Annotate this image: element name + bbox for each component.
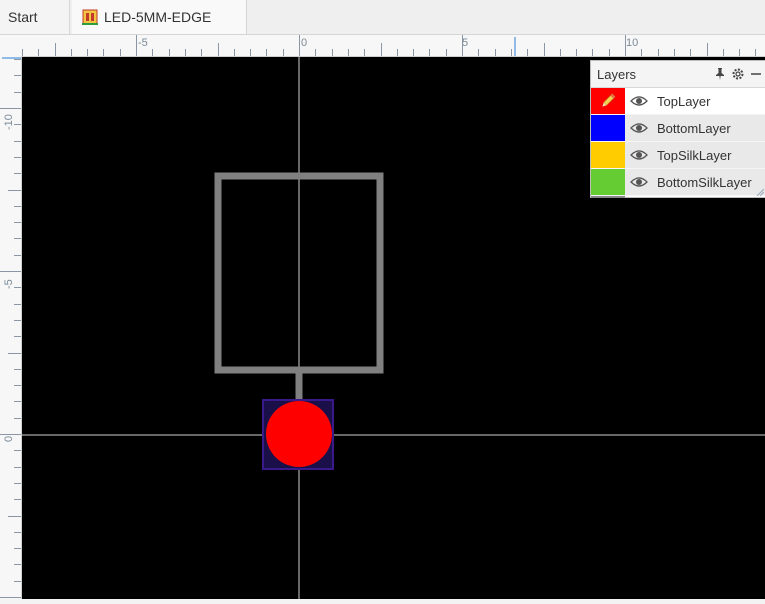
vruler-label-neg10: -10 [3,114,15,130]
vruler-label-neg5: -5 [3,279,15,289]
layers-list-overflow-indicator [591,196,625,198]
tab-bar: Start LED-5MM-EDGE [0,0,765,35]
layer-color-swatch[interactable] [591,142,625,168]
hruler-label-0: 0 [301,37,307,49]
hruler-label-5: 5 [462,37,468,49]
eye-icon[interactable] [625,176,653,188]
layer-label: BottomLayer [657,120,731,136]
layers-panel-title: Layers [597,66,637,82]
layer-row-topsilklayer[interactable]: TopSilkLayer [591,142,765,169]
pencil-icon [602,93,616,107]
hruler-label-neg5: -5 [138,37,148,49]
footprint-icon [82,9,98,25]
layers-panel-header[interactable]: Layers [591,61,765,88]
horizontal-ruler-scale: -5 0 5 10 [6,35,756,56]
tab-led-label: LED-5MM-EDGE [104,9,212,25]
tab-start-label: Start [8,9,38,25]
layer-row-bottomsilklayer[interactable]: BottomSilkLayer [591,169,765,196]
layer-color-swatch[interactable] [591,169,625,195]
pin-icon[interactable] [711,65,729,83]
layer-label: BottomSilkLayer [657,174,752,190]
resize-grip-icon[interactable] [756,188,764,196]
layer-color-swatch[interactable] [591,88,625,114]
pad-circle[interactable] [266,401,332,467]
gear-icon[interactable] [729,65,747,83]
tab-led-5mm-edge[interactable]: LED-5MM-EDGE [72,0,247,34]
minimize-icon[interactable] [747,65,765,83]
layer-label: TopLayer [657,93,711,109]
layer-color-swatch[interactable] [591,115,625,141]
vertical-ruler[interactable]: -10 -5 0 [0,56,22,599]
vertical-ruler-scale: -10 -5 0 [0,57,21,598]
eye-icon[interactable] [625,149,653,161]
layer-row-toplayer[interactable]: TopLayer [591,88,765,115]
layer-row-bottomlayer[interactable]: BottomLayer [591,115,765,142]
hruler-label-10: 10 [626,37,638,49]
layer-label: TopSilkLayer [657,147,732,163]
horizontal-ruler[interactable]: -5 0 5 10 [0,35,765,57]
vruler-label-0: 0 [3,436,15,442]
layers-panel: Layers TopLayer BottomLayer TopSilkLayer… [590,60,765,198]
tab-start[interactable]: Start [0,0,70,34]
eye-icon[interactable] [625,122,653,134]
ruler-corner [0,35,21,56]
eye-icon[interactable] [625,95,653,107]
